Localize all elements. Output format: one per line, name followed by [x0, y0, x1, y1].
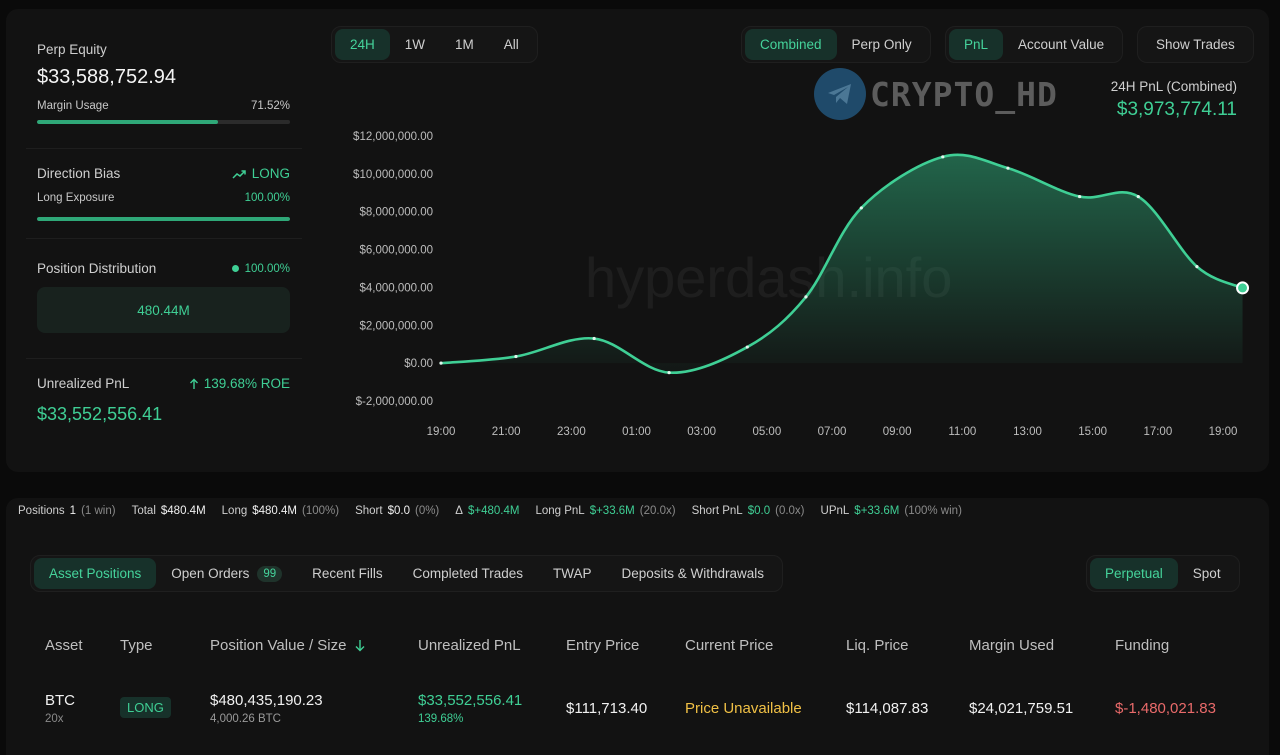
data-point: [592, 336, 596, 341]
x-axis: 19:00 21:00 23:00 01:00 03:00 05:00 07:00 09:00…: [427, 426, 1238, 438]
col-header-entry-price[interactable]: Entry Price: [566, 637, 639, 654]
data-point: [1078, 194, 1082, 199]
summary-short-pnl-value: $0.0: [747, 505, 771, 517]
x-tick-label: 01:00: [622, 426, 651, 438]
data-point: [1195, 265, 1199, 269]
row-unrealized-pnl-pct: 139.68%: [418, 713, 464, 725]
y-tick-label: $4,000,000.00: [359, 282, 433, 294]
row-unrealized-pnl: $33,552,556.41: [418, 692, 523, 709]
x-tick-label: 23:00: [557, 426, 586, 438]
summary-short-pnl-label: Short PnL: [691, 505, 743, 517]
summary-short-note: (0%): [414, 505, 440, 517]
tab-perpetual[interactable]: Perpetual: [1090, 558, 1178, 589]
y-tick-label: $12,000,000.00: [353, 131, 433, 143]
col-header-position-value-label: Position Value / Size: [210, 637, 347, 654]
summary-positions-value: 1: [69, 505, 77, 517]
x-tick-label: 09:00: [883, 426, 912, 438]
y-tick-label: $2,000,000.00: [359, 320, 433, 332]
data-point: [941, 155, 945, 159]
market-tabs: Perpetual Spot: [1086, 555, 1240, 592]
data-point: [804, 295, 808, 299]
x-tick-label: 19:00: [427, 426, 456, 438]
summary-delta-value: $+480.4M: [467, 505, 520, 517]
summary-long-label: Long: [221, 505, 248, 517]
current-price: Price Unavailable: [685, 700, 802, 717]
col-header-position-value[interactable]: Position Value / Size: [210, 637, 366, 654]
position-size: 4,000.26 BTC: [210, 713, 281, 725]
col-header-asset[interactable]: Asset: [45, 637, 83, 654]
summary-short-label: Short: [355, 505, 383, 517]
col-header-funding[interactable]: Funding: [1115, 637, 1169, 654]
summary-long-value: $480.4M: [252, 505, 298, 517]
x-tick-label: 07:00: [818, 426, 847, 438]
data-point: [1136, 194, 1140, 199]
summary-positions-note: (1 win): [81, 505, 116, 517]
tab-twap[interactable]: TWAP: [538, 558, 607, 589]
col-header-unrealized-pnl[interactable]: Unrealized PnL: [418, 637, 521, 654]
asset-leverage: 20x: [45, 713, 64, 725]
summary-short-pnl-note: (0.0x): [775, 505, 805, 517]
liq-price: $114,087.83: [846, 700, 929, 717]
data-point: [859, 206, 863, 210]
funding: $-1,480,021.83: [1115, 700, 1216, 717]
col-header-current-price[interactable]: Current Price: [685, 637, 773, 654]
summary-upnl-value: $+33.6M: [854, 505, 900, 517]
x-tick-label: 19:00: [1209, 426, 1238, 438]
pnl-area: [441, 154, 1243, 373]
positions-tabs: Asset Positions Open Orders 99 Recent Fil…: [30, 555, 784, 592]
summary-upnl-label: UPnL: [820, 505, 850, 517]
data-point: [745, 345, 749, 349]
tab-completed-trades[interactable]: Completed Trades: [398, 558, 538, 589]
y-axis: $12,000,000.00 $10,000,000.00 $8,000,000.0…: [353, 131, 433, 408]
tab-open-orders[interactable]: Open Orders 99: [156, 558, 297, 589]
y-tick-label: $10,000,000.00: [353, 169, 433, 181]
summary-total-value: $480.4M: [160, 505, 206, 517]
summary-long-pnl-note: (20.0x): [639, 505, 676, 517]
x-tick-label: 17:00: [1143, 426, 1172, 438]
col-header-liq-price[interactable]: Liq. Price: [846, 637, 909, 654]
x-tick-label: 03:00: [687, 426, 716, 438]
entry-price: $111,713.40: [566, 700, 648, 717]
summary-long-note: (100%): [302, 505, 340, 517]
summary-delta-label: Δ: [455, 505, 463, 517]
summary-positions-label: Positions: [18, 505, 65, 517]
current-point[interactable]: [1236, 281, 1250, 295]
x-tick-label: 05:00: [752, 426, 781, 438]
x-tick-label: 13:00: [1013, 426, 1042, 438]
col-header-type[interactable]: Type: [120, 637, 153, 654]
data-point: [514, 354, 518, 359]
type-badge: LONG: [120, 697, 171, 718]
summary-upnl-note: (100% win): [904, 505, 962, 517]
data-point: [667, 371, 671, 375]
y-tick-label: $6,000,000.00: [359, 245, 433, 257]
x-tick-label: 11:00: [948, 426, 976, 438]
pnl-chart: $12,000,000.00 $10,000,000.00 $8,000,000.0…: [353, 131, 1250, 438]
tab-spot[interactable]: Spot: [1178, 558, 1236, 589]
positions-summary: Positions 1 (1 win) Total $480.4M Long $480.…: [18, 505, 978, 517]
position-value: $480,435,190.23: [210, 692, 323, 709]
summary-long-pnl-label: Long PnL: [535, 505, 585, 517]
x-tick-label: 21:00: [492, 426, 521, 438]
tab-recent-fills[interactable]: Recent Fills: [297, 558, 398, 589]
open-orders-count-badge: 99: [257, 565, 283, 582]
data-point: [1006, 166, 1010, 170]
y-tick-label: $-2,000,000.00: [356, 396, 433, 408]
tab-open-orders-label: Open Orders: [171, 566, 250, 581]
y-tick-label: $8,000,000.00: [359, 207, 433, 219]
summary-total-label: Total: [131, 505, 156, 517]
tab-asset-positions[interactable]: Asset Positions: [34, 558, 157, 589]
col-header-margin-used[interactable]: Margin Used: [969, 637, 1054, 654]
tab-deposits-withdrawals[interactable]: Deposits & Withdrawals: [606, 558, 779, 589]
summary-long-pnl-value: $+33.6M: [589, 505, 635, 517]
summary-short-value: $0.0: [387, 505, 410, 517]
sort-down-icon: [355, 640, 365, 652]
asset-symbol: BTC: [45, 692, 75, 709]
y-tick-label: $0.00: [404, 358, 433, 370]
data-point: [439, 361, 443, 365]
x-tick-label: 15:00: [1078, 426, 1107, 438]
margin-used: $24,021,759.51: [969, 700, 1074, 717]
